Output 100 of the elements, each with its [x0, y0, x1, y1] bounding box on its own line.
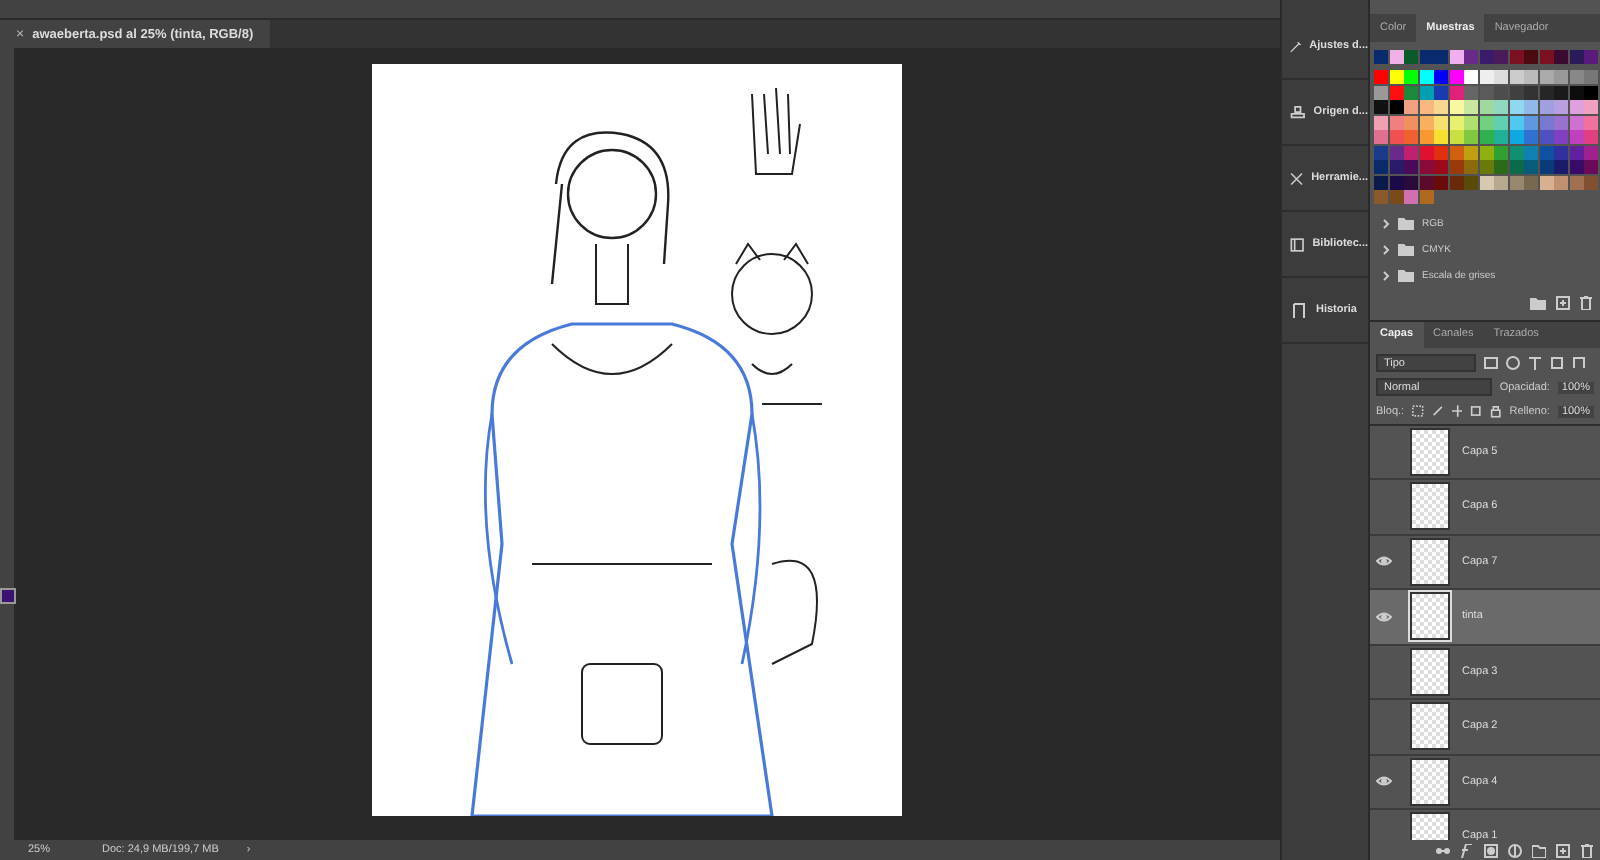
- color-swatch[interactable]: [1524, 70, 1538, 84]
- color-swatch[interactable]: [1494, 175, 1508, 189]
- color-swatch[interactable]: [1434, 50, 1448, 64]
- color-swatch[interactable]: [1464, 115, 1478, 129]
- color-swatch[interactable]: [1584, 85, 1598, 99]
- new-layer-icon[interactable]: [1556, 843, 1570, 857]
- color-swatch[interactable]: [1404, 130, 1418, 144]
- color-swatch[interactable]: [1389, 160, 1403, 174]
- link-icon[interactable]: [1436, 843, 1450, 857]
- color-swatch[interactable]: [1569, 70, 1583, 84]
- color-swatch[interactable]: [1404, 145, 1418, 159]
- color-swatch[interactable]: [1584, 145, 1598, 159]
- color-swatch[interactable]: [1434, 100, 1448, 114]
- color-swatch[interactable]: [1494, 100, 1508, 114]
- mask-icon[interactable]: [1484, 843, 1498, 857]
- color-swatch[interactable]: [1389, 50, 1403, 64]
- color-swatch[interactable]: [1554, 50, 1568, 64]
- color-swatch[interactable]: [1539, 50, 1553, 64]
- color-swatch[interactable]: [1449, 50, 1463, 64]
- color-swatch[interactable]: [1569, 145, 1583, 159]
- color-swatch[interactable]: [1524, 145, 1538, 159]
- color-swatch[interactable]: [1464, 85, 1478, 99]
- color-swatch[interactable]: [1389, 190, 1403, 204]
- color-swatch[interactable]: [1419, 115, 1433, 129]
- color-swatch[interactable]: [1479, 70, 1493, 84]
- color-swatch[interactable]: [1524, 160, 1538, 174]
- color-swatch[interactable]: [1434, 130, 1448, 144]
- color-swatch[interactable]: [1389, 100, 1403, 114]
- color-swatch[interactable]: [1539, 100, 1553, 114]
- stamp-icon[interactable]: [1288, 101, 1308, 123]
- color-swatch[interactable]: [1524, 130, 1538, 144]
- color-swatch[interactable]: [1419, 160, 1433, 174]
- color-swatch[interactable]: [1404, 50, 1418, 64]
- color-swatch[interactable]: [1524, 50, 1538, 64]
- color-swatch[interactable]: [1509, 175, 1523, 189]
- color-swatch[interactable]: [1554, 100, 1568, 114]
- image-filter-icon[interactable]: [1484, 356, 1498, 371]
- type-filter-icon[interactable]: [1528, 356, 1542, 371]
- color-swatch[interactable]: [1509, 115, 1523, 129]
- color-swatch[interactable]: [1374, 175, 1388, 189]
- color-swatch[interactable]: [1524, 115, 1538, 129]
- color-swatch[interactable]: [1419, 190, 1433, 204]
- color-swatch[interactable]: [1569, 115, 1583, 129]
- color-swatch[interactable]: [1569, 175, 1583, 189]
- color-swatch[interactable]: [1374, 100, 1388, 114]
- color-swatch[interactable]: [1449, 130, 1463, 144]
- color-swatch[interactable]: [1539, 70, 1553, 84]
- color-swatch[interactable]: [1419, 85, 1433, 99]
- color-swatch[interactable]: [1374, 115, 1388, 129]
- color-swatch[interactable]: [1404, 85, 1418, 99]
- color-swatch[interactable]: [1449, 100, 1463, 114]
- color-swatch[interactable]: [1584, 175, 1598, 189]
- eye-icon[interactable]: [1376, 611, 1392, 622]
- color-swatch[interactable]: [1434, 175, 1448, 189]
- color-swatch[interactable]: [1494, 145, 1508, 159]
- color-swatch[interactable]: [1584, 115, 1598, 129]
- color-swatch[interactable]: [1404, 115, 1418, 129]
- color-swatch[interactable]: [1584, 70, 1598, 84]
- color-swatch[interactable]: [1584, 130, 1598, 144]
- color-swatch[interactable]: [1584, 50, 1598, 64]
- color-swatch[interactable]: [1449, 70, 1463, 84]
- color-swatch[interactable]: [1434, 115, 1448, 129]
- color-swatch[interactable]: [1539, 160, 1553, 174]
- color-swatch[interactable]: [1419, 175, 1433, 189]
- color-swatch[interactable]: [1419, 70, 1433, 84]
- artboard-lock-icon[interactable]: [1470, 404, 1483, 419]
- color-swatch[interactable]: [1554, 115, 1568, 129]
- move-lock-icon[interactable]: [1451, 404, 1463, 419]
- book-icon[interactable]: [1288, 233, 1307, 255]
- color-swatch[interactable]: [1464, 70, 1478, 84]
- adjustment-filter-icon[interactable]: [1506, 356, 1520, 371]
- crossed-tools-icon[interactable]: [1288, 167, 1306, 189]
- color-swatch[interactable]: [1554, 130, 1568, 144]
- chevron-icon[interactable]: [1382, 217, 1390, 229]
- color-swatch[interactable]: [1479, 50, 1493, 64]
- color-swatch[interactable]: [1569, 50, 1583, 64]
- lock-icon[interactable]: [1490, 404, 1502, 419]
- color-swatch[interactable]: [1449, 85, 1463, 99]
- color-swatch[interactable]: [1464, 160, 1478, 174]
- color-swatch[interactable]: [1479, 175, 1493, 189]
- color-swatch[interactable]: [1419, 130, 1433, 144]
- color-swatch[interactable]: [1389, 85, 1403, 99]
- foreground-color-swatch[interactable]: [0, 588, 15, 604]
- color-swatch[interactable]: [1419, 100, 1433, 114]
- color-swatch[interactable]: [1569, 85, 1583, 99]
- color-swatch[interactable]: [1374, 130, 1388, 144]
- color-swatch[interactable]: [1389, 115, 1403, 129]
- smart-object-filter-icon[interactable]: [1572, 356, 1586, 371]
- history-icon[interactable]: [1288, 299, 1310, 321]
- trash-icon[interactable]: [1580, 843, 1594, 857]
- color-swatch[interactable]: [1509, 100, 1523, 114]
- color-swatch[interactable]: [1494, 70, 1508, 84]
- color-swatch[interactable]: [1374, 160, 1388, 174]
- color-swatch[interactable]: [1404, 70, 1418, 84]
- color-swatch[interactable]: [1509, 145, 1523, 159]
- color-swatch[interactable]: [1449, 175, 1463, 189]
- color-swatch[interactable]: [1464, 100, 1478, 114]
- color-swatch[interactable]: [1584, 160, 1598, 174]
- color-swatch[interactable]: [1479, 85, 1493, 99]
- color-swatch[interactable]: [1389, 70, 1403, 84]
